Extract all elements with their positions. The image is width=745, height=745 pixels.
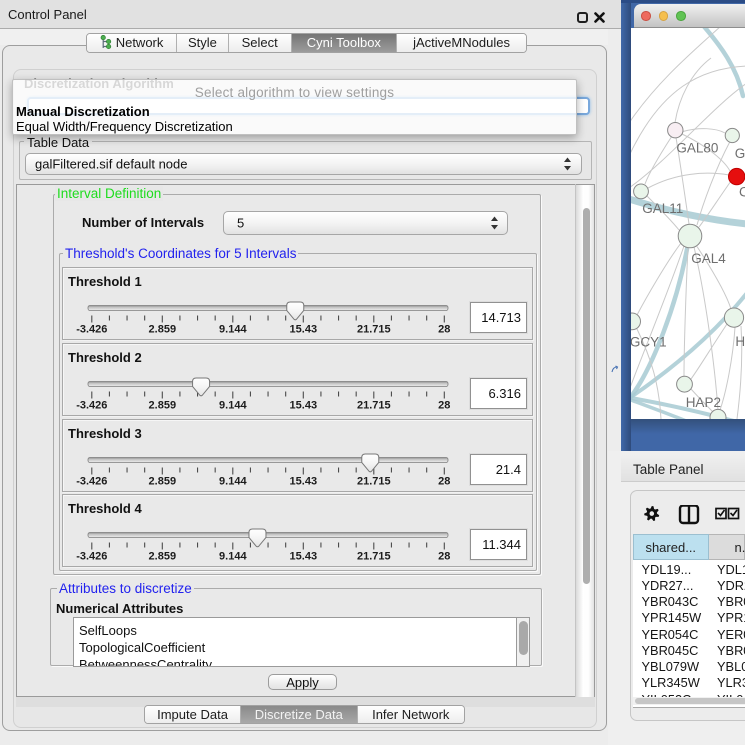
svg-text:GA: GA xyxy=(735,146,745,161)
svg-text:9.144: 9.144 xyxy=(219,399,247,411)
svg-text:28: 28 xyxy=(438,324,450,336)
svg-text:21.715: 21.715 xyxy=(357,399,391,411)
svg-text:HAP2: HAP2 xyxy=(686,395,721,410)
svg-text:GCY1: GCY1 xyxy=(631,335,667,350)
svg-text:28: 28 xyxy=(438,475,450,487)
svg-text:GAL11: GAL11 xyxy=(642,201,683,216)
svg-text:15.43: 15.43 xyxy=(290,475,318,487)
svg-text:2.859: 2.859 xyxy=(149,475,177,487)
svg-text:21.715: 21.715 xyxy=(357,475,391,487)
svg-text:9.144: 9.144 xyxy=(219,551,247,563)
svg-text:-3.426: -3.426 xyxy=(76,399,107,411)
svg-text:28: 28 xyxy=(438,551,450,563)
svg-text:9.144: 9.144 xyxy=(219,324,247,336)
svg-text:-3.426: -3.426 xyxy=(76,324,107,336)
svg-text:-3.426: -3.426 xyxy=(76,551,107,563)
svg-text:GAL4: GAL4 xyxy=(691,251,726,266)
svg-text:2.859: 2.859 xyxy=(149,324,177,336)
svg-text:21.715: 21.715 xyxy=(357,324,391,336)
svg-text:2.859: 2.859 xyxy=(149,551,177,563)
svg-text:15.43: 15.43 xyxy=(290,324,318,336)
svg-text:C: C xyxy=(739,185,745,200)
svg-text:9.144: 9.144 xyxy=(219,475,247,487)
svg-text:H: H xyxy=(735,334,745,349)
svg-text:15.43: 15.43 xyxy=(290,551,318,563)
svg-text:21.715: 21.715 xyxy=(357,551,391,563)
svg-text:GAL80: GAL80 xyxy=(676,140,718,155)
svg-text:15.43: 15.43 xyxy=(290,399,318,411)
svg-text:-3.426: -3.426 xyxy=(76,475,107,487)
svg-text:2.859: 2.859 xyxy=(149,399,177,411)
svg-text:28: 28 xyxy=(438,399,450,411)
